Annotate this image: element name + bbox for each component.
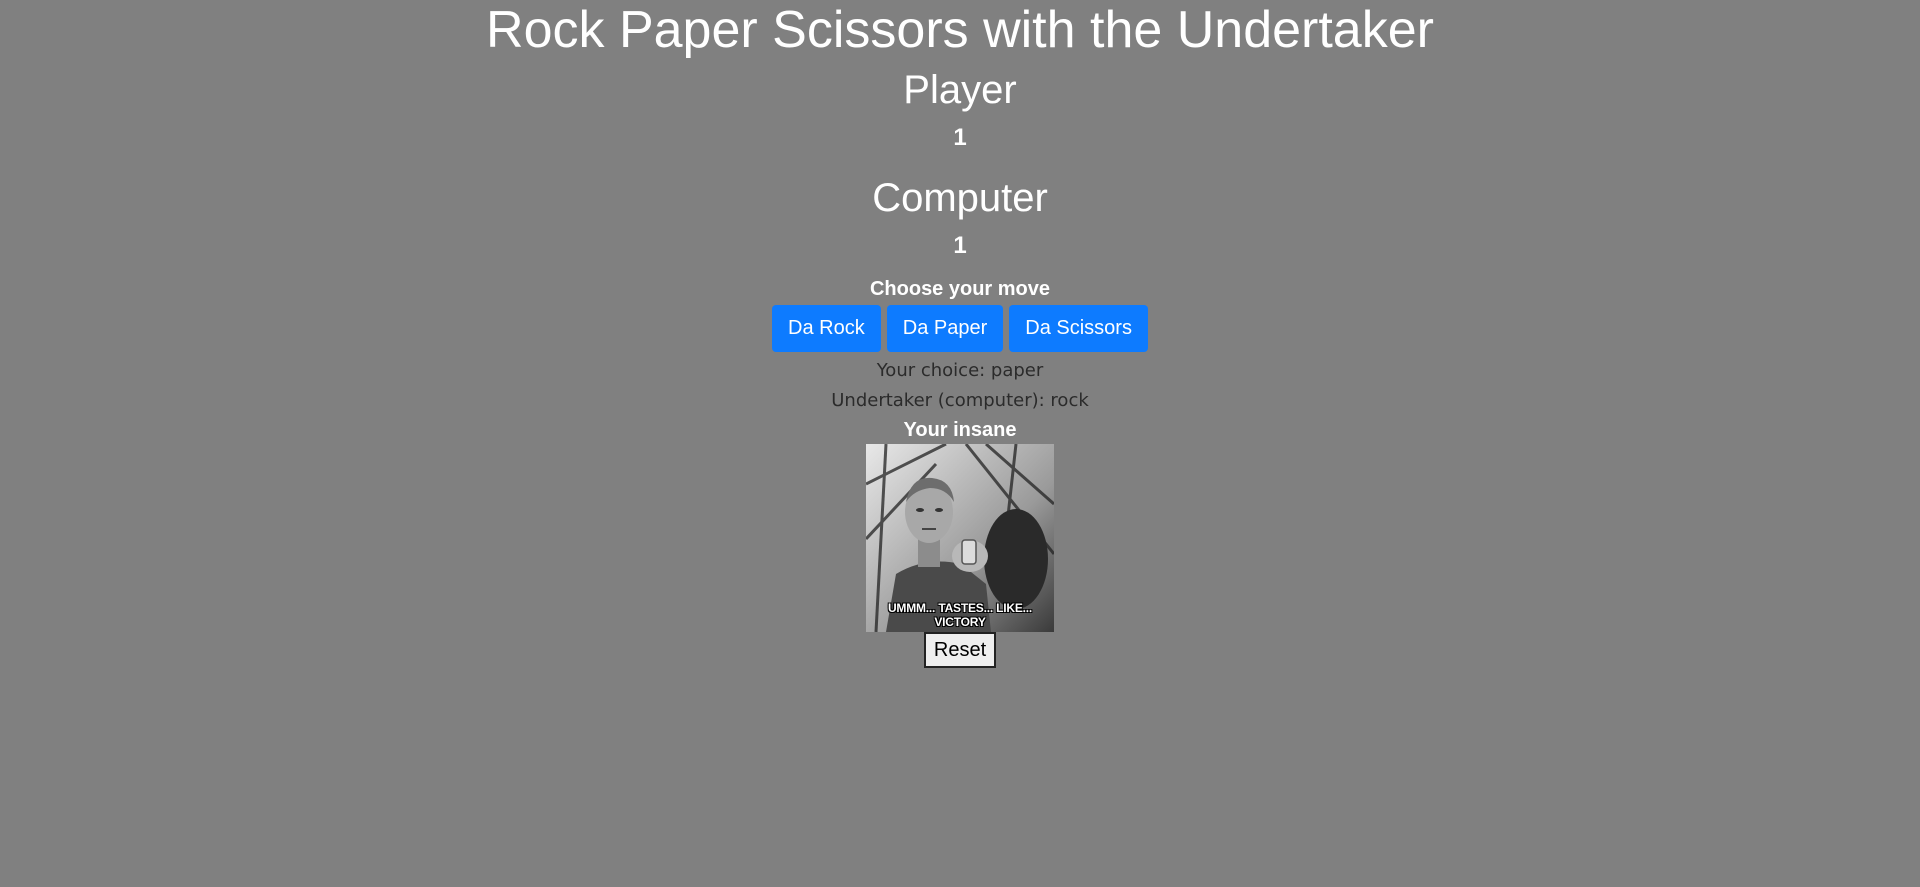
victory-gif: UMMM... TASTES... LIKE... VICTORY <box>866 444 1054 632</box>
gif-caption: UMMM... TASTES... LIKE... VICTORY <box>887 601 1033 629</box>
computer-score: 1 <box>953 232 967 259</box>
game-page: Rock Paper Scissors with the Undertaker … <box>0 0 1920 887</box>
player-choice-text: Your choice: paper <box>876 360 1044 381</box>
computer-heading: Computer <box>872 176 1048 220</box>
scissors-button[interactable]: Da Scissors <box>1009 305 1148 352</box>
reset-button[interactable]: Reset <box>923 632 997 668</box>
result-verdict: Your insane <box>903 419 1017 441</box>
choose-move-prompt: Choose your move <box>869 278 1051 300</box>
move-buttons: Da Rock Da Paper Da Scissors <box>0 305 1920 352</box>
player-heading: Player <box>903 68 1017 112</box>
rock-button[interactable]: Da Rock <box>772 305 881 352</box>
paper-button[interactable]: Da Paper <box>886 305 1004 352</box>
computer-choice-text: Undertaker (computer): rock <box>831 390 1089 411</box>
player-score: 1 <box>953 124 967 151</box>
page-title: Rock Paper Scissors with the Undertaker <box>486 1 1434 59</box>
